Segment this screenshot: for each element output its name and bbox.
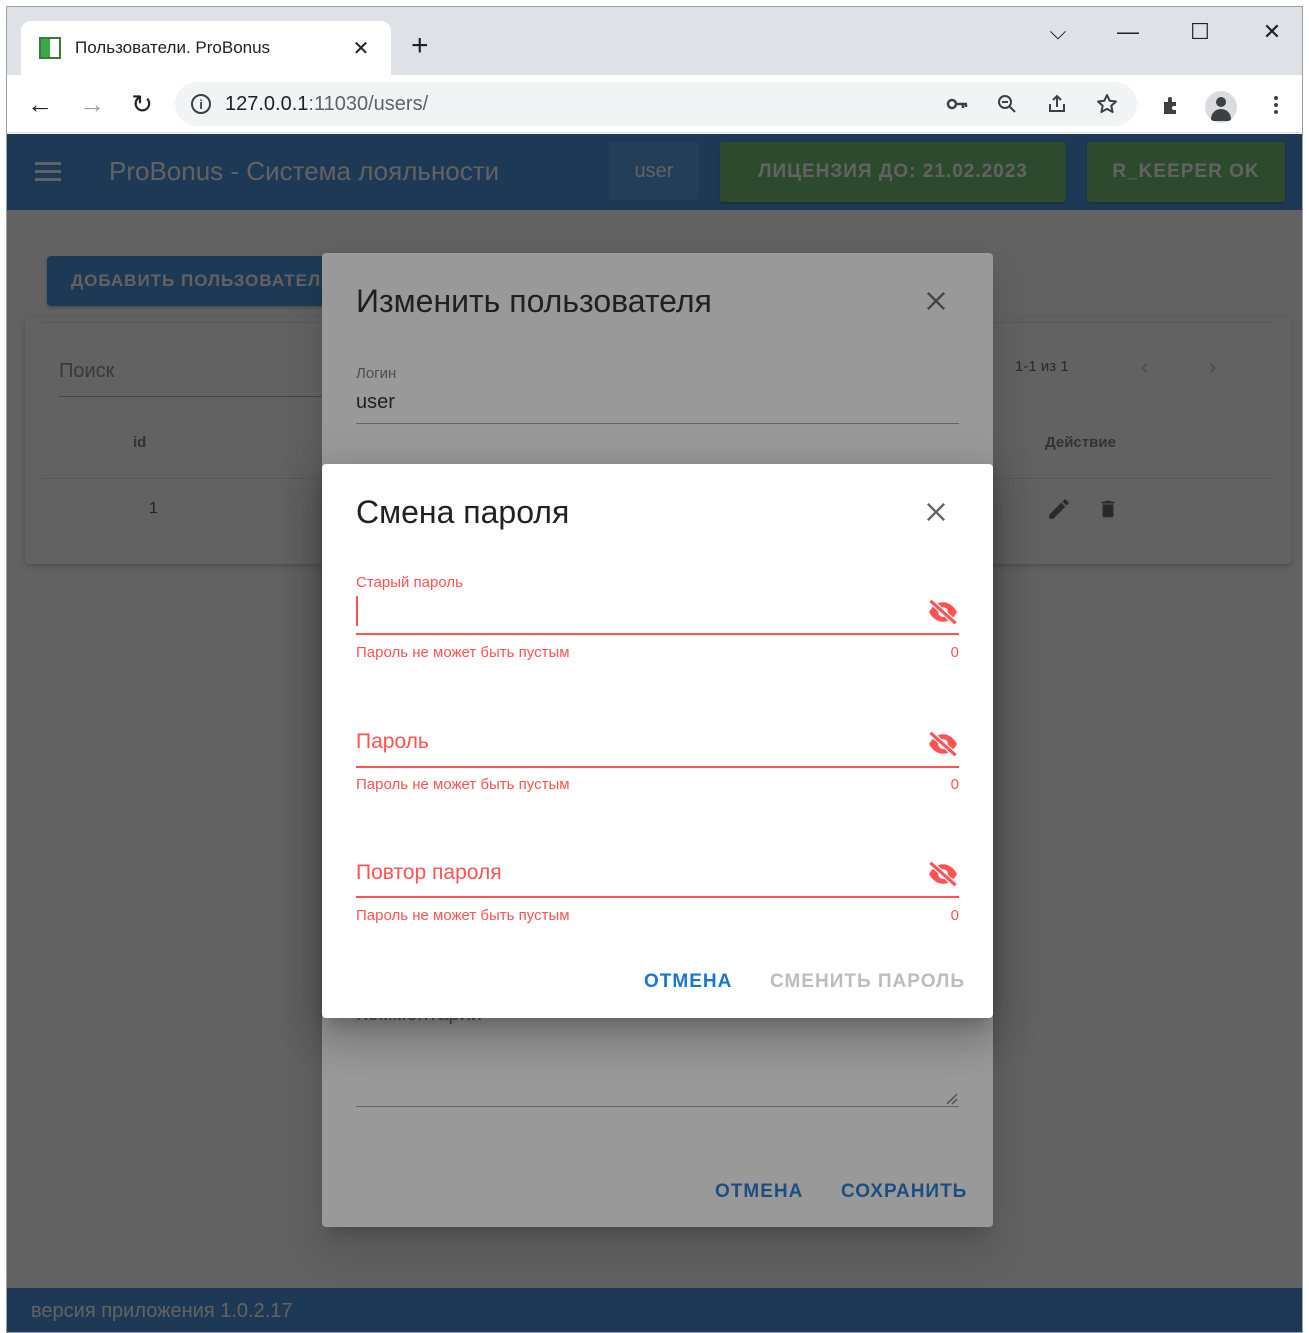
minimize-button[interactable]: — [1113,17,1143,47]
tab-strip: Пользователи. ProBonus ✕ + ⌵ — ☐ ✕ [7,7,1302,75]
eye-off-icon[interactable] [926,598,960,626]
site-info-icon[interactable]: i [191,94,211,114]
browser-window: Пользователи. ProBonus ✕ + ⌵ — ☐ ✕ ← → ↻… [6,6,1303,1333]
change-password-dialog: Смена пароля Старый пароль Пароль не мож… [322,464,993,1018]
old-password-underline [356,633,959,635]
close-window-button[interactable]: ✕ [1257,17,1287,47]
page-viewport: ProBonus - Система лояльности user ЛИЦЕН… [7,134,1302,1332]
close-icon[interactable] [922,498,950,526]
repeat-password-underline [356,896,959,898]
favicon-icon [39,37,61,59]
forward-button[interactable]: → [77,89,107,119]
share-icon[interactable] [1043,92,1071,122]
old-password-error: Пароль не может быть пустым [356,644,570,661]
password-underline [356,766,959,768]
repeat-password-input[interactable]: Повтор пароля [356,861,502,885]
url-text: 127.0.0.1:11030/users/ [225,92,429,115]
reload-button[interactable]: ↻ [127,89,157,119]
maximize-button[interactable]: ☐ [1185,17,1215,47]
repeat-password-counter: 0 [950,907,959,924]
old-password-input[interactable] [356,596,358,626]
back-button[interactable]: ← [25,89,55,119]
star-icon[interactable] [1093,92,1121,122]
tab-search-icon[interactable]: ⌵ [1043,17,1073,47]
extensions-icon[interactable] [1157,93,1187,122]
eye-off-icon[interactable] [926,860,960,888]
browser-tab[interactable]: Пользователи. ProBonus ✕ [21,21,391,75]
old-password-label: Старый пароль [356,574,463,591]
browser-toolbar: ← → ↻ i 127.0.0.1:11030/users/ [7,75,1302,133]
old-password-counter: 0 [950,644,959,661]
password-cancel-button[interactable]: ОТМЕНА [644,971,732,993]
profile-icon[interactable] [1205,91,1237,123]
change-password-button[interactable]: СМЕНИТЬ ПАРОЛЬ [770,971,965,993]
password-input[interactable]: Пароль [356,730,429,754]
password-error: Пароль не может быть пустым [356,776,570,793]
zoom-icon[interactable] [993,92,1021,122]
tab-close-icon[interactable]: ✕ [349,36,373,61]
menu-icon[interactable] [1261,93,1291,122]
new-tab-button[interactable]: + [411,29,429,63]
eye-off-icon[interactable] [926,730,960,758]
password-dialog-title: Смена пароля [356,494,570,530]
repeat-password-error: Пароль не может быть пустым [356,907,570,924]
password-counter: 0 [950,776,959,793]
tab-title: Пользователи. ProBonus [75,38,271,57]
key-icon[interactable] [943,92,971,122]
address-bar[interactable]: i 127.0.0.1:11030/users/ [175,82,1137,126]
